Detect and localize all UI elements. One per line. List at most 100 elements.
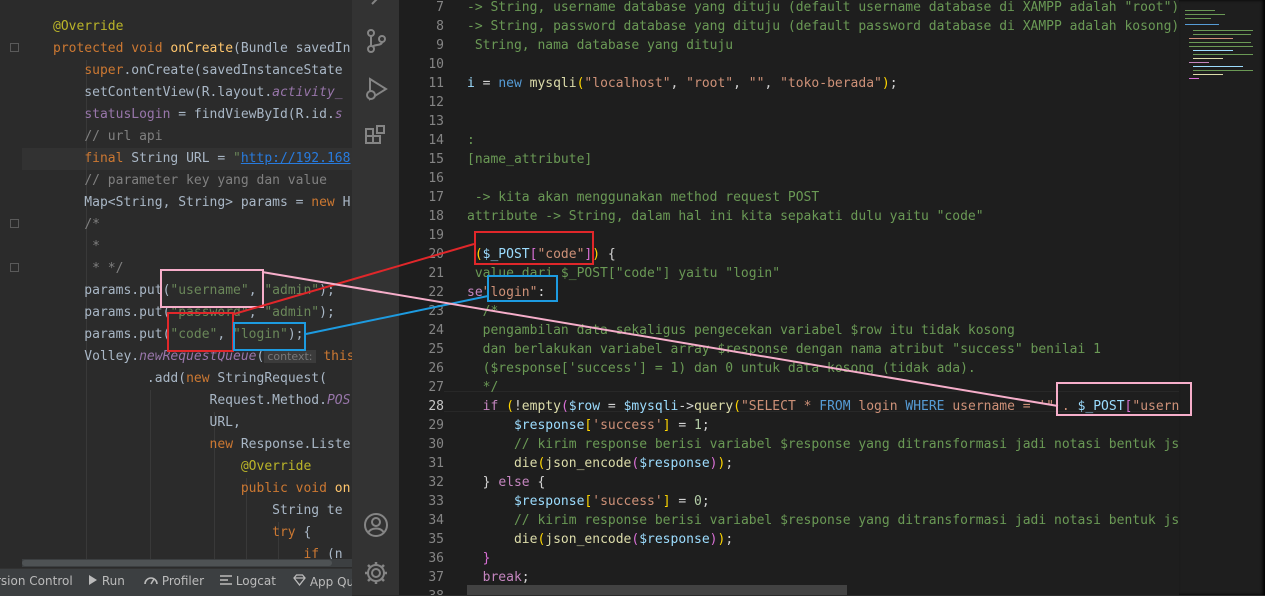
code-token: final [84,151,132,166]
minimap-line [1193,34,1251,35]
code-token: , [670,76,687,91]
fold-marker-icon[interactable] [10,219,19,228]
code-token: WHERE [905,399,953,414]
code-token: ) [881,76,890,91]
code-token: // kirim response berisi variabel $respo… [513,437,1195,452]
code-token: " [233,151,241,166]
code-token: ( [560,399,569,414]
code-token: .onCreate(savedInstanceState [123,63,343,78]
logcat-tab[interactable]: Logcat [220,574,276,588]
code-line: /* [53,214,100,236]
code-token: break [482,570,522,585]
code-token: /* [467,304,499,319]
line-number: 38 [399,587,444,595]
code-line: -> String, username database yang dituju… [467,0,1179,17]
code-token: ; [725,456,734,471]
code-token: s [334,107,343,122]
code-token: "admin" [264,283,320,298]
code-token: $row [568,399,601,414]
line-number: 9 [436,38,444,53]
line-number: 12 [428,95,444,110]
explorer-icon[interactable] [362,0,390,14]
code-token: ; [889,76,898,91]
code-line: die(json_encode($response)); [467,454,733,473]
code-token: dan berlakukan variabel array $response … [467,342,1101,357]
fold-marker-icon[interactable] [10,263,19,272]
horizontal-scrollbar[interactable] [467,585,847,595]
minimap-line [1185,24,1219,25]
code-token: = findViewById(R.id. [170,107,335,122]
code-token: // kirim response berisi variabel $respo… [513,513,1195,528]
run-tab[interactable]: Run [88,574,125,588]
code-token: $response [513,494,585,509]
code-line: final String URL = "http://192.168 [53,148,350,170]
code-line: try { [53,522,311,544]
minimap[interactable] [1179,0,1265,595]
code-token: empty [521,399,561,414]
account-icon[interactable] [362,511,390,539]
settings-gear-icon[interactable] [362,559,390,587]
code-token: $response [513,418,585,433]
code-token: -> kita akan menggunakan method request … [467,190,820,205]
code-line: @Override [53,16,123,38]
code-token: * */ [92,261,124,276]
annotation-box-login-case [487,275,558,302]
code-token: else [498,475,538,490]
fold-marker-icon[interactable] [10,43,19,52]
horizontal-scrollbar[interactable] [22,559,352,567]
code-token: $mysqli [623,399,679,414]
code-token: * [92,239,100,254]
line-number: 35 [428,532,444,547]
code-token: Volley. [53,349,140,364]
minimap-line [1189,78,1199,79]
source-control-icon[interactable] [362,27,390,55]
minimap-line [1193,70,1253,71]
minimap-line [1193,58,1223,59]
code-token: -> String, password database yang dituju… [467,19,1180,34]
minimap-line [1193,66,1243,67]
app-quality-tab[interactable]: App Qu [293,574,354,589]
line-number: 17 [428,190,444,205]
code-token: , [764,76,781,91]
code-line: /* [467,302,499,321]
code-line: } [467,549,491,568]
line-number: 19 [428,228,444,243]
code-token: (Bundle savedIn [233,41,351,56]
code-token: params.put( [53,305,171,320]
code-token: ] [662,494,671,509]
logcat-icon [220,575,232,585]
code-token: H [342,195,351,210]
version-control-tab[interactable]: rsion Control [0,574,73,588]
code-token: json_encode [545,456,632,471]
code-token: { [303,525,312,540]
code-token: die [513,456,538,471]
minimap-line [1185,14,1225,15]
line-number: 18 [428,209,444,224]
code-token: this [323,349,352,364]
code-line: * [53,236,100,258]
code-token: pengambilan data sekaligus pengecekan va… [467,323,1015,338]
scrollbar-thumb[interactable] [22,560,332,566]
profiler-tab[interactable]: Profiler [144,574,204,588]
extensions-icon[interactable] [362,123,390,151]
run-debug-icon[interactable] [362,75,390,103]
code-token: new [311,195,343,210]
code-token: "toko-berada" [780,76,882,91]
code-token: http://192.168 [240,151,351,166]
code-line: // kirim response berisi variabel $respo… [467,435,1195,454]
line-number: 30 [428,437,444,452]
code-token: .add( [53,371,187,386]
annotation-box-code-key [167,312,234,352]
minimap-line [1189,62,1209,63]
code-token: "admin" [264,305,320,320]
code-token: 'success' [592,418,663,433]
